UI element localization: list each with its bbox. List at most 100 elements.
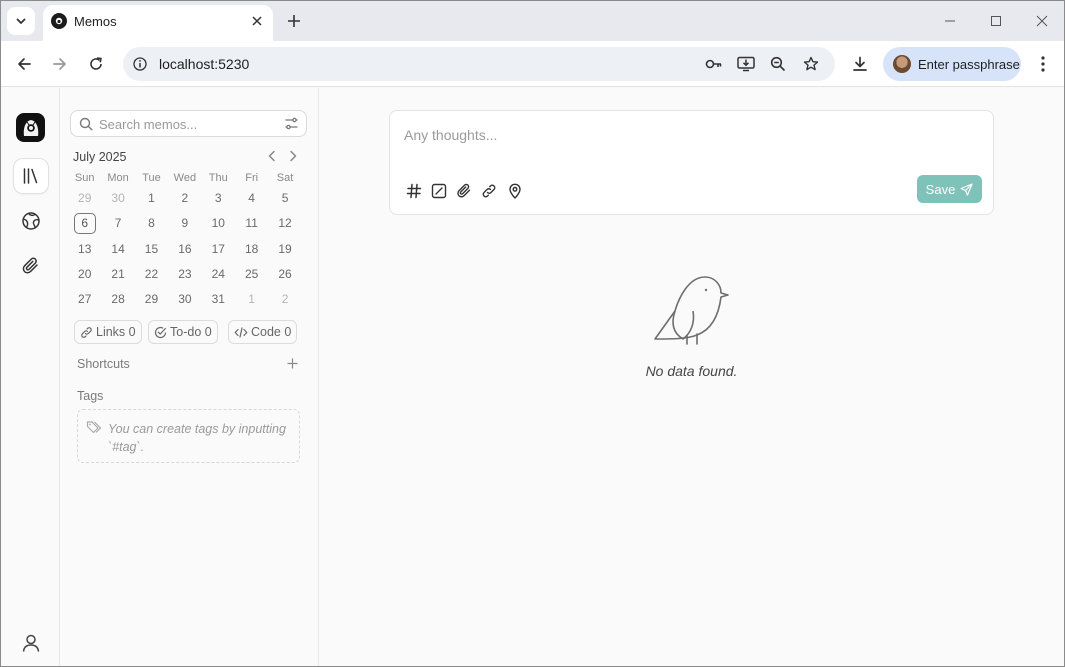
paperclip-icon (22, 257, 38, 274)
plus-icon (288, 15, 300, 27)
nav-home-button[interactable] (13, 158, 49, 194)
code-filter-chip[interactable]: Code 0 (228, 320, 298, 344)
insert-location-button[interactable] (505, 181, 525, 201)
install-app-button[interactable] (734, 52, 758, 76)
calendar-day[interactable]: 5 (268, 186, 301, 211)
calendar-day[interactable]: 11 (235, 211, 268, 236)
calendar-weekday-row: Sun Mon Tue Wed Thu Fri Sat (68, 170, 302, 186)
code-count-label: Code 0 (251, 325, 292, 339)
attach-file-button[interactable] (454, 181, 474, 201)
calendar-day[interactable]: 27 (68, 287, 101, 312)
search-input[interactable] (99, 115, 279, 133)
calendar-day[interactable]: 30 (101, 186, 134, 211)
maximize-icon (991, 16, 1001, 26)
tab-memos[interactable]: Memos (43, 5, 273, 41)
back-button[interactable] (12, 52, 36, 76)
site-info-button[interactable] (128, 52, 152, 76)
calendar-day[interactable]: 19 (268, 237, 301, 262)
todo-filter-chip[interactable]: To-do 0 (148, 320, 218, 344)
search-box[interactable] (70, 110, 307, 137)
browser-menu-button[interactable] (1031, 52, 1055, 76)
calendar-day[interactable]: 21 (101, 262, 134, 287)
tags-icon (86, 421, 102, 434)
password-manager-button[interactable] (702, 52, 726, 76)
calendar-day[interactable]: 24 (202, 262, 235, 287)
calendar-day[interactable]: 13 (68, 237, 101, 262)
downloads-button[interactable] (848, 52, 872, 76)
insert-link-button[interactable] (479, 181, 499, 201)
calendar-day[interactable]: 15 (135, 237, 168, 262)
links-filter-chip[interactable]: Links 0 (74, 320, 142, 344)
calendar-day[interactable]: 2 (168, 186, 201, 211)
minimize-button[interactable] (936, 9, 964, 33)
address-bar[interactable]: localhost:5230 (123, 47, 835, 81)
browser-window: Memos localhost:5230 Enter passphrase Se… (0, 0, 1065, 667)
memos-logo-icon[interactable] (16, 113, 45, 142)
profile-button[interactable]: Enter passphrase (883, 47, 1021, 81)
calendar-weekday-label: Sat (276, 172, 294, 184)
calendar-day[interactable]: 1 (135, 186, 168, 211)
insert-checkbox-button[interactable] (429, 181, 449, 201)
plus-icon (287, 358, 297, 368)
reload-button[interactable] (84, 52, 108, 76)
calendar-weekday-label: Wed (173, 172, 197, 184)
reload-icon (90, 57, 102, 70)
calendar-day[interactable]: 3 (202, 186, 235, 211)
tags-heading: Tags (77, 389, 104, 403)
nav-attachments-button[interactable] (13, 248, 49, 284)
calendar-day[interactable]: 20 (68, 262, 101, 287)
download-icon (853, 56, 867, 71)
calendar-day[interactable]: 29 (68, 186, 101, 211)
calendar-day[interactable]: 28 (101, 287, 134, 312)
tab-close-button[interactable] (249, 13, 265, 29)
empty-state-text: No data found. (645, 363, 738, 379)
maximize-button[interactable] (982, 9, 1010, 33)
calendar-day[interactable]: 25 (235, 262, 268, 287)
memos-favicon-icon (51, 13, 67, 29)
add-shortcut-button[interactable] (285, 356, 299, 370)
user-menu-button[interactable] (19, 631, 43, 655)
calendar-day[interactable]: 1 (235, 287, 268, 312)
calendar-next-button[interactable] (286, 149, 300, 163)
calendar-day-today[interactable]: 6 (68, 211, 101, 236)
calendar-day[interactable]: 16 (168, 237, 201, 262)
bookmark-button[interactable] (799, 52, 823, 76)
calendar-day[interactable]: 23 (168, 262, 201, 287)
nav-explore-button[interactable] (13, 203, 49, 239)
calendar-day[interactable]: 17 (202, 237, 235, 262)
calendar-day[interactable]: 22 (135, 262, 168, 287)
forward-button[interactable] (48, 52, 72, 76)
globe-icon (22, 212, 40, 230)
calendar-day[interactable]: 26 (268, 262, 301, 287)
avatar (893, 55, 911, 73)
calendar-day[interactable]: 2 (268, 287, 301, 312)
calendar-day[interactable]: 30 (168, 287, 201, 312)
sidebar: July 2025 SunMonTueWedThuFriSat 29301234… (60, 88, 319, 666)
code-icon (234, 326, 248, 338)
zoom-button[interactable] (766, 52, 790, 76)
calendar-day[interactable]: 29 (135, 287, 168, 312)
key-icon (705, 59, 722, 69)
save-button[interactable]: Save (917, 175, 982, 203)
calendar-day[interactable]: 14 (101, 237, 134, 262)
zoom-out-icon (770, 56, 786, 72)
filter-settings-icon[interactable] (284, 116, 299, 131)
memo-input[interactable] (404, 127, 974, 167)
calendar-day[interactable]: 31 (202, 287, 235, 312)
new-tab-button[interactable] (284, 11, 304, 31)
close-window-button[interactable] (1028, 9, 1056, 33)
calendar-day[interactable]: 8 (135, 211, 168, 236)
calendar-prev-button[interactable] (265, 149, 279, 163)
calendar-day[interactable]: 18 (235, 237, 268, 262)
calendar-day[interactable]: 7 (101, 211, 134, 236)
calendar-day[interactable]: 9 (168, 211, 201, 236)
library-icon (23, 168, 38, 184)
tab-search-button[interactable] (7, 7, 35, 35)
calendar-day[interactable]: 10 (202, 211, 235, 236)
calendar-day[interactable]: 12 (268, 211, 301, 236)
calendar-day[interactable]: 4 (235, 186, 268, 211)
calendar-weekday-label: Tue (142, 172, 161, 184)
more-vertical-icon (1041, 56, 1045, 72)
close-icon (1036, 15, 1048, 27)
insert-tag-button[interactable] (404, 181, 424, 201)
